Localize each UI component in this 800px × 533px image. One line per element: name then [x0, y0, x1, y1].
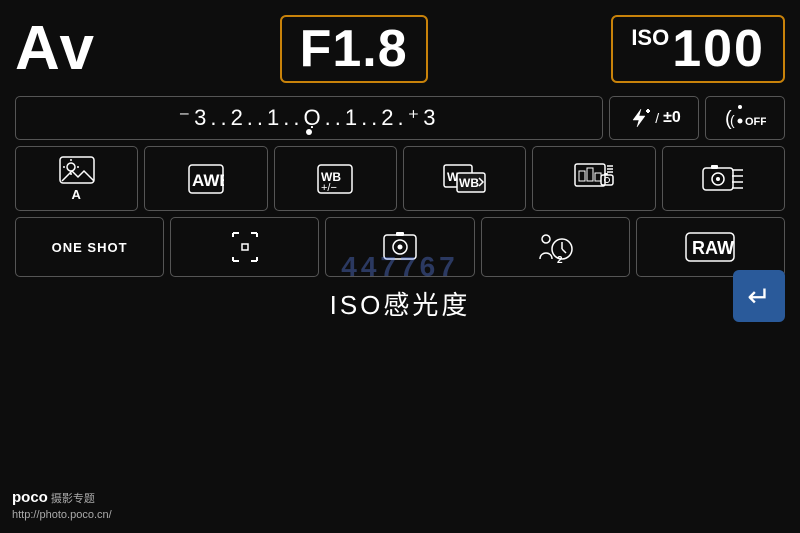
- camera-style-cell[interactable]: [662, 146, 785, 211]
- svg-text:WB: WB: [459, 176, 479, 190]
- scene-mode-icon: [58, 155, 96, 185]
- raw-cell[interactable]: RAW: [636, 217, 785, 277]
- wb-shift-content: WB WB: [443, 164, 487, 194]
- wb-adjust-content: WB +/−: [317, 164, 353, 194]
- bottom-row: ISO感光度 ↵: [15, 285, 785, 322]
- camera-style-content: [702, 163, 744, 195]
- self-timer-icon: 2: [536, 231, 574, 263]
- scene-mode-label: A: [71, 187, 81, 202]
- poco-brand: poco: [12, 489, 48, 506]
- display-content: [574, 163, 614, 195]
- exposure-row: ⁻3..2..1..Ọ..1..2.⁺3 / ±0 ( ( OFF: [15, 96, 785, 140]
- live-view-icon: [382, 231, 418, 263]
- raw-content: RAW: [685, 232, 735, 262]
- wb-shift-icon: WB WB: [443, 164, 487, 194]
- mode-label: Av: [15, 18, 96, 80]
- wb-adjust-cell[interactable]: WB +/−: [274, 146, 397, 211]
- svg-text:AWB: AWB: [192, 171, 224, 190]
- function-row-2: A AWB WB +/−: [15, 146, 785, 211]
- live-view-cell[interactable]: [325, 217, 474, 277]
- awb-cell[interactable]: AWB: [144, 146, 267, 211]
- exposure-scale-text: ⁻3..2..1..Ọ..1..2.⁺3: [179, 105, 440, 131]
- self-timer-content: 2: [536, 231, 574, 263]
- poco-tagline: 摄影专题: [51, 493, 95, 505]
- scene-mode-content: A: [58, 155, 96, 202]
- camera-screen: 447767 Av F1.8 ISO 100 ⁻3..2..1..Ọ..1..2…: [0, 0, 800, 533]
- display-icon: [574, 163, 614, 195]
- awb-content: AWB: [188, 164, 224, 194]
- svg-text:+/−: +/−: [321, 182, 337, 194]
- flash-compensation-box[interactable]: / ±0: [609, 96, 699, 140]
- self-timer-cell[interactable]: 2: [481, 217, 630, 277]
- iso-value: 100: [672, 23, 765, 75]
- exposure-indicator-dot: [306, 129, 312, 135]
- flash-icon: [627, 107, 651, 129]
- iso-prefix: ISO: [631, 27, 669, 49]
- svg-text:(: (: [730, 112, 735, 128]
- flash-sign: /: [655, 110, 659, 126]
- iso-box[interactable]: ISO 100: [611, 15, 785, 83]
- function-row-3: ONE SHOT: [15, 217, 785, 277]
- wifi-icon: ( ( OFF: [724, 103, 766, 133]
- svg-text:RAW: RAW: [692, 238, 734, 258]
- one-shot-cell[interactable]: ONE SHOT: [15, 217, 164, 277]
- svg-text:OFF: OFF: [745, 116, 766, 128]
- svg-text:2: 2: [557, 255, 563, 263]
- scene-mode-cell[interactable]: A: [15, 146, 138, 211]
- awb-icon: AWB: [188, 164, 224, 194]
- raw-icon: RAW: [685, 232, 735, 262]
- camera-style-icon: [702, 163, 744, 195]
- wb-shift-cell[interactable]: WB WB: [403, 146, 526, 211]
- iso-description-label: ISO感光度: [330, 285, 471, 322]
- af-point-icon: [227, 231, 263, 263]
- display-cell[interactable]: [532, 146, 655, 211]
- wb-adjust-icon: WB +/−: [317, 164, 353, 194]
- poco-url: http://photo.poco.cn/: [12, 509, 112, 521]
- af-point-cell[interactable]: [170, 217, 319, 277]
- poco-logo: poco 摄影专题 http://photo.poco.cn/: [12, 487, 112, 523]
- flash-value: ±0: [663, 109, 681, 127]
- top-row: Av F1.8 ISO 100: [15, 10, 785, 88]
- wifi-box[interactable]: ( ( OFF: [705, 96, 785, 140]
- one-shot-label: ONE SHOT: [52, 240, 128, 255]
- exposure-scale-box[interactable]: ⁻3..2..1..Ọ..1..2.⁺3: [15, 96, 603, 140]
- back-button[interactable]: ↵: [733, 270, 785, 322]
- aperture-box[interactable]: F1.8: [280, 15, 428, 83]
